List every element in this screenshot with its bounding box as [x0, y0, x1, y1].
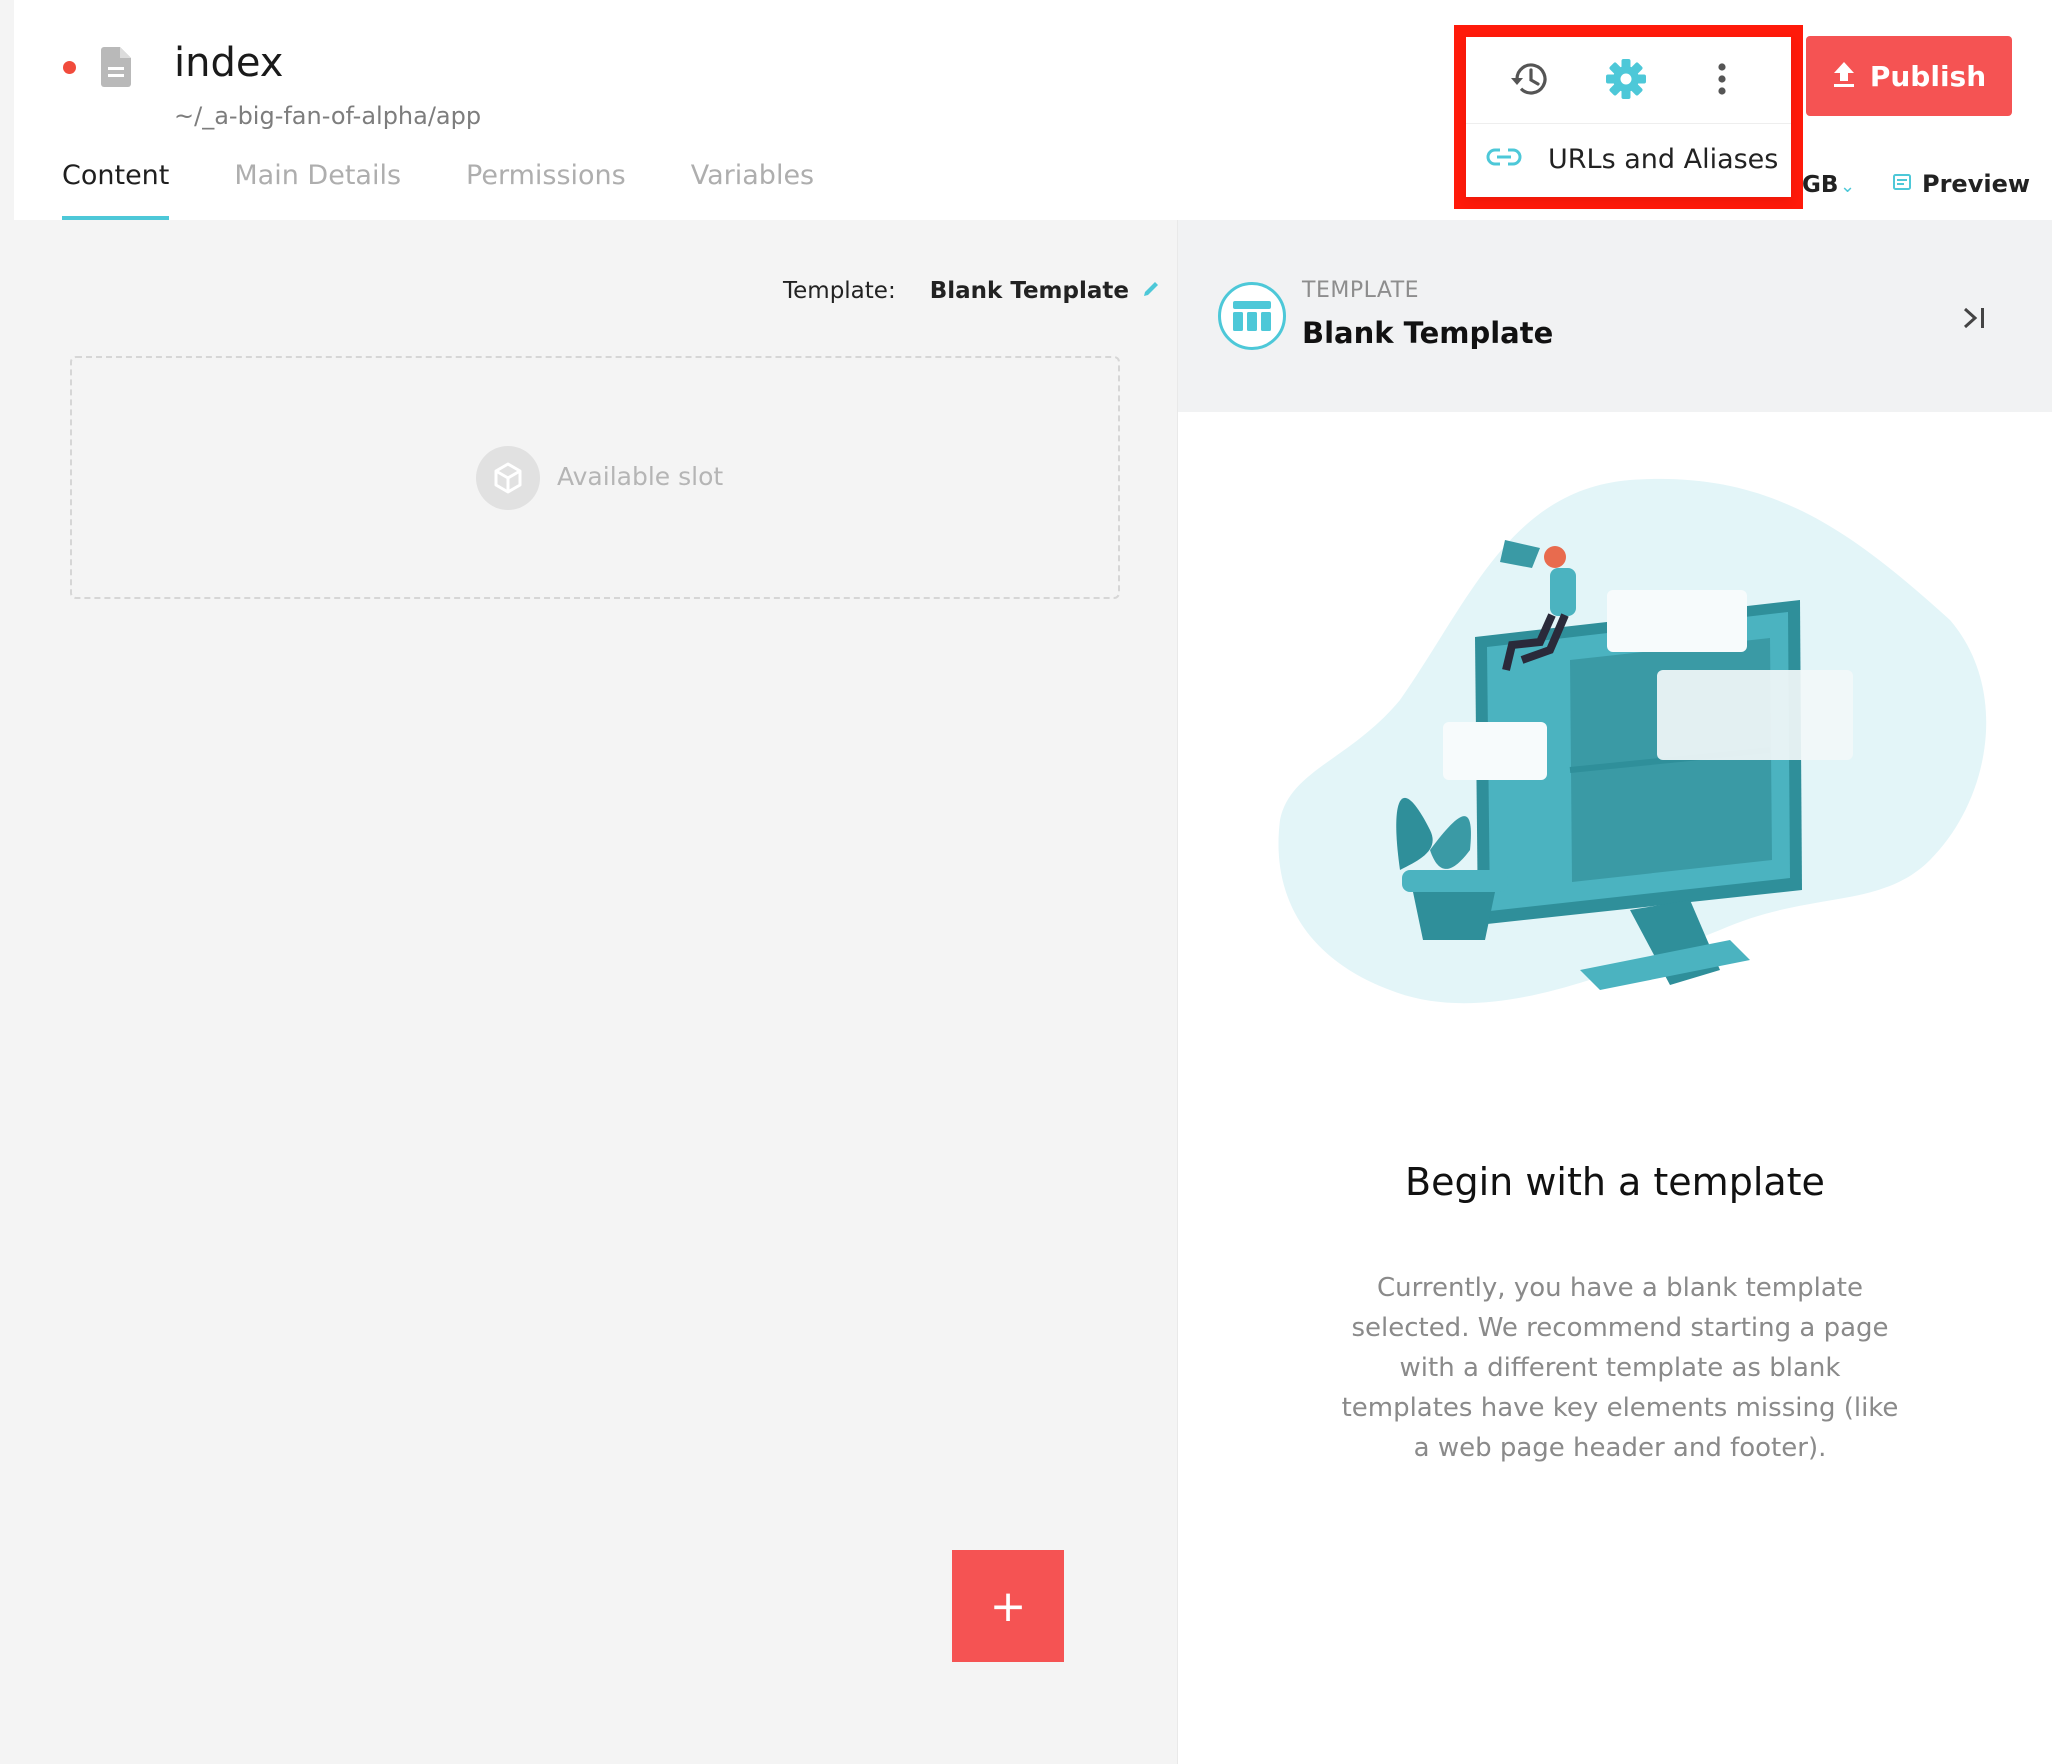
- language-selector[interactable]: GB: [1802, 172, 1838, 198]
- cube-icon: [476, 446, 540, 510]
- page-header: index ~/_a-big-fan-of-alpha/app Content …: [0, 0, 2052, 220]
- publish-label: Publish: [1869, 59, 1987, 93]
- preview-button[interactable]: Preview: [1892, 170, 2030, 198]
- cta-body: Currently, you have a blank template sel…: [1341, 1273, 1899, 1463]
- available-slot-label: Available slot: [557, 462, 724, 491]
- template-selector: Template: Blank Template: [783, 278, 1161, 304]
- more-vertical-icon[interactable]: [1698, 55, 1746, 103]
- tab-bar: Content Main Details Permissions Variabl…: [62, 160, 879, 220]
- preview-icon: [1892, 172, 1912, 196]
- tab-permissions[interactable]: Permissions: [466, 160, 626, 220]
- tab-main-details[interactable]: Main Details: [234, 160, 401, 220]
- menu-divider: [1466, 123, 1791, 124]
- publish-button[interactable]: Publish: [1806, 36, 2012, 116]
- template-illustration: [1278, 478, 1987, 1004]
- gear-icon[interactable]: [1602, 55, 1650, 103]
- left-edge-strip: [0, 0, 14, 1764]
- menu-icon-row: [1466, 37, 1791, 123]
- urls-and-aliases-label: URLs and Aliases: [1548, 143, 1779, 175]
- preview-label: Preview: [1922, 170, 2031, 198]
- panel-divider: [1177, 220, 1178, 1764]
- unsaved-indicator: [63, 61, 76, 74]
- document-icon: [101, 47, 131, 91]
- available-slot[interactable]: Available slot: [70, 356, 1120, 599]
- link-icon: [1486, 147, 1522, 171]
- add-block-button[interactable]: +: [952, 1550, 1064, 1662]
- panel-eyebrow: TEMPLATE: [1302, 278, 1420, 303]
- collapse-panel-icon[interactable]: [1954, 300, 1994, 336]
- pencil-icon[interactable]: [1141, 279, 1161, 303]
- template-label: Template:: [783, 278, 896, 304]
- page-actions-menu: URLs and Aliases: [1454, 25, 1803, 209]
- template-panel-header: TEMPLATE Blank Template: [1178, 220, 2052, 412]
- history-icon[interactable]: [1506, 55, 1554, 103]
- page-title: index: [174, 40, 284, 86]
- cta-title: Begin with a template: [1405, 1160, 1825, 1204]
- urls-and-aliases-menu-item[interactable]: URLs and Aliases: [1466, 129, 1791, 189]
- tab-content[interactable]: Content: [62, 160, 170, 220]
- chevron-down-icon: ⌄: [1840, 176, 1856, 197]
- template-layout-icon: [1218, 282, 1286, 350]
- upload-icon: [1832, 60, 1856, 92]
- panel-title: Blank Template: [1302, 316, 1554, 350]
- tab-variables[interactable]: Variables: [691, 160, 814, 220]
- template-value[interactable]: Blank Template: [930, 278, 1129, 304]
- page-path: ~/_a-big-fan-of-alpha/app: [174, 102, 482, 130]
